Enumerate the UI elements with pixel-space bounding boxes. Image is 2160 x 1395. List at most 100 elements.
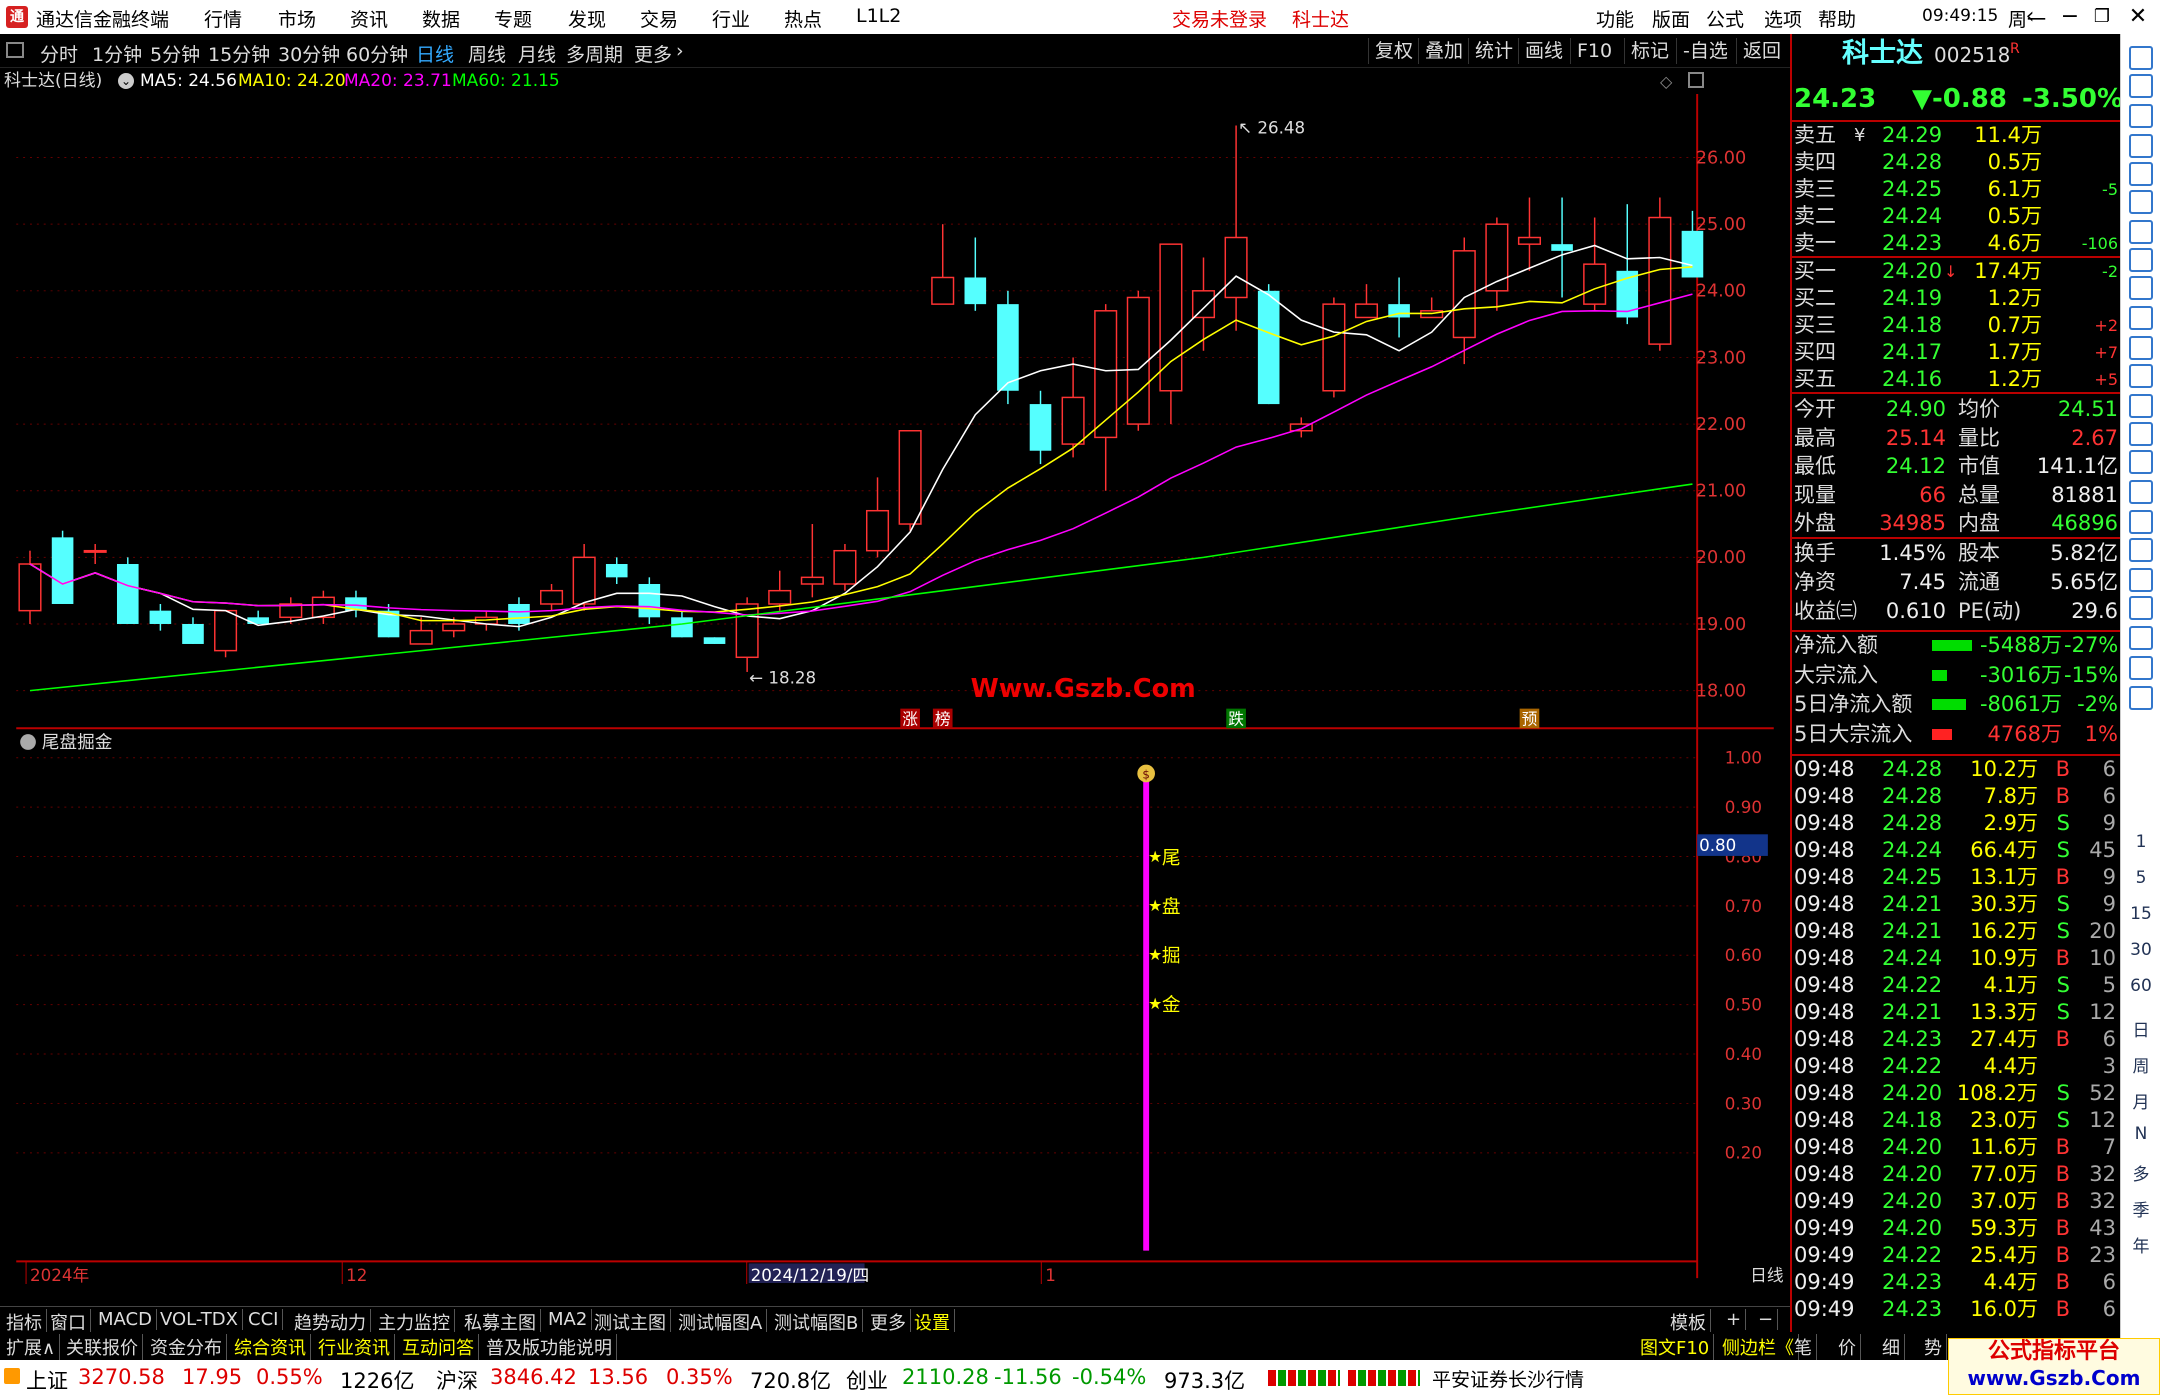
period-tab-0[interactable]: 分时 (40, 40, 78, 67)
right-menu-0[interactable]: 功能 (1596, 5, 1634, 32)
stat-row[interactable]: 今开 24.90 均价 24.51 (1792, 396, 2122, 423)
wave-icon[interactable] (2129, 450, 2153, 474)
layout-icon[interactable] (1688, 72, 1704, 88)
menu-0[interactable]: 行情 (204, 5, 242, 32)
tick-row[interactable]: 09:48 24.21 13.3万 S 12 (1792, 999, 2122, 1026)
menu-5[interactable]: 发现 (568, 5, 606, 32)
candle[interactable] (1289, 417, 1313, 438)
period-tab-6[interactable]: 日线 (416, 40, 454, 67)
toolbar-btn-2[interactable]: 统计 (1468, 38, 1519, 64)
line-chart-icon[interactable] (2129, 190, 2153, 214)
tick-row[interactable]: 09:48 24.23 27.4万 B 6 (1792, 1026, 2122, 1053)
sidebar-period-5[interactable]: 日 (2121, 1016, 2160, 1041)
toolbar-btn-6[interactable]: -自选 (1676, 38, 1734, 64)
sidebar-period-9[interactable]: 多 (2121, 1160, 2160, 1185)
bid-row-4[interactable]: 买四 24.17 1.7万 +7 (1792, 339, 2122, 366)
ask-row-1[interactable]: 卖五 ¥24.29 11.4万 (1792, 122, 2122, 149)
tick-row[interactable]: 09:48 24.18 23.0万 S 12 (1792, 1107, 2122, 1134)
menu-8[interactable]: 热点 (784, 5, 822, 32)
ask-row-4[interactable]: 卖二 24.24 0.5万 (1792, 203, 2122, 230)
candle[interactable] (1159, 243, 1183, 425)
tick-row[interactable]: 09:48 24.25 13.1万 B 9 (1792, 864, 2122, 891)
candle[interactable] (345, 590, 367, 618)
right-menu-2[interactable]: 公式 (1706, 5, 1744, 32)
candle[interactable] (214, 609, 238, 658)
tick-row[interactable]: 09:48 24.28 10.2万 B 6 (1792, 756, 2122, 783)
fundamental-row[interactable]: 换手 1.45% 股本 5.82亿 (1792, 540, 2122, 567)
toolbar-btn-4[interactable]: F10 (1570, 38, 1618, 64)
tick-row[interactable]: 09:48 24.22 4.4万 3 (1792, 1053, 2122, 1080)
candle[interactable] (1094, 304, 1118, 491)
candle[interactable] (18, 550, 42, 624)
info-tab-3[interactable]: 综合资讯 (230, 1334, 311, 1360)
candle[interactable] (1322, 297, 1346, 398)
candle[interactable] (182, 617, 204, 644)
period-tab-9[interactable]: 多周期 (566, 40, 623, 67)
sidebar-period-10[interactable]: 季 (2121, 1196, 2160, 1221)
candle[interactable] (931, 224, 955, 305)
market-breadth-icon-2[interactable] (1348, 1370, 1420, 1386)
rsi-icon[interactable] (2129, 480, 2153, 504)
level2-icon[interactable] (2129, 336, 2153, 360)
period-tab-8[interactable]: 月线 (518, 40, 556, 67)
info-tab-5[interactable]: 互动问答 (398, 1334, 479, 1360)
tab-right-1[interactable]: + (1722, 1309, 1747, 1330)
candle[interactable] (1616, 204, 1639, 325)
period-tab-7[interactable]: 周线 (468, 40, 506, 67)
candle[interactable] (898, 430, 922, 531)
menu-9[interactable]: L1L2 (856, 5, 901, 27)
tick-row[interactable]: 09:48 24.22 4.1万 S 5 (1792, 972, 2122, 999)
candle[interactable] (311, 590, 335, 624)
toolbar-btn-5[interactable]: 标记 (1624, 38, 1675, 64)
exchange-icon[interactable] (2129, 626, 2153, 650)
stat-row[interactable]: 最低 24.12 市值 141.1亿 (1792, 453, 2122, 480)
radar-icon[interactable] (2129, 394, 2153, 418)
candle[interactable] (1583, 217, 1607, 311)
menu-4[interactable]: 专题 (494, 5, 532, 32)
indicator-tab-2[interactable]: MACD (94, 1309, 157, 1330)
tick-row[interactable]: 09:48 24.24 66.4万 S 45 (1792, 837, 2122, 864)
period-tab-10[interactable]: 更多 (634, 40, 672, 67)
candle[interactable] (83, 544, 107, 565)
candle[interactable] (703, 637, 726, 644)
candle-icon[interactable] (2129, 220, 2153, 244)
info-tab-right-2[interactable]: 笔 (1790, 1334, 1817, 1360)
menu-3[interactable]: 数据 (422, 5, 460, 32)
info-tab-right-0[interactable]: 图文F10 (1636, 1334, 1715, 1360)
candle[interactable] (51, 530, 74, 604)
candle[interactable] (1388, 277, 1410, 338)
indicator-tab-3[interactable]: VOL-TDX (156, 1309, 243, 1330)
flow-row[interactable]: 5日净流入额 -8061万 -2% (1792, 691, 2122, 718)
bid-row-2[interactable]: 买二 24.19 1.2万 (1792, 285, 2122, 312)
sidebar-period-4[interactable]: 60 (2121, 976, 2160, 996)
candle[interactable] (1224, 125, 1248, 331)
candle[interactable] (116, 557, 139, 624)
toolbar-btn-0[interactable]: 复权 (1368, 38, 1419, 64)
fs-icon[interactable] (2129, 596, 2153, 620)
tick-row[interactable]: 09:48 24.20 77.0万 B 32 (1792, 1161, 2122, 1188)
grid-icon[interactable] (2129, 162, 2153, 186)
period-tab-2[interactable]: 5分钟 (150, 40, 200, 67)
tick-row[interactable]: 09:48 24.20 108.2万 S 52 (1792, 1080, 2122, 1107)
candle[interactable] (1551, 197, 1573, 298)
candle[interactable] (1452, 237, 1476, 365)
sidebar-period-1[interactable]: 5 (2121, 868, 2160, 888)
f2-icon[interactable] (2129, 364, 2153, 388)
one-icon[interactable] (2129, 686, 2153, 710)
info-tab-2[interactable]: 资金分布 (146, 1334, 227, 1360)
pen-icon[interactable] (2129, 568, 2153, 592)
flow-row[interactable]: 净流入额 -5488万 -27% (1792, 632, 2122, 659)
indicator-tab-8[interactable]: MA2 (544, 1309, 593, 1330)
back-icon[interactable]: ‹ (2010, 2, 2050, 32)
restore-icon[interactable]: ❐ (2082, 2, 2122, 32)
stat-row[interactable]: 外盘 34985 内盘 46896 (1792, 510, 2122, 537)
info-tab-right-4[interactable]: 细 (1878, 1334, 1905, 1360)
candle[interactable] (964, 237, 987, 311)
candle[interactable] (1354, 284, 1379, 319)
sidebar-period-6[interactable]: 周 (2121, 1052, 2160, 1077)
ask-row-3[interactable]: 卖三 24.25 6.1万 -5 (1792, 176, 2122, 203)
login-status[interactable]: 交易未登录 (1172, 5, 1267, 32)
menu-7[interactable]: 行业 (712, 5, 750, 32)
arrow-up-icon[interactable] (2129, 74, 2153, 98)
info-tab-right-1[interactable]: 侧边栏《 (1718, 1334, 1799, 1360)
